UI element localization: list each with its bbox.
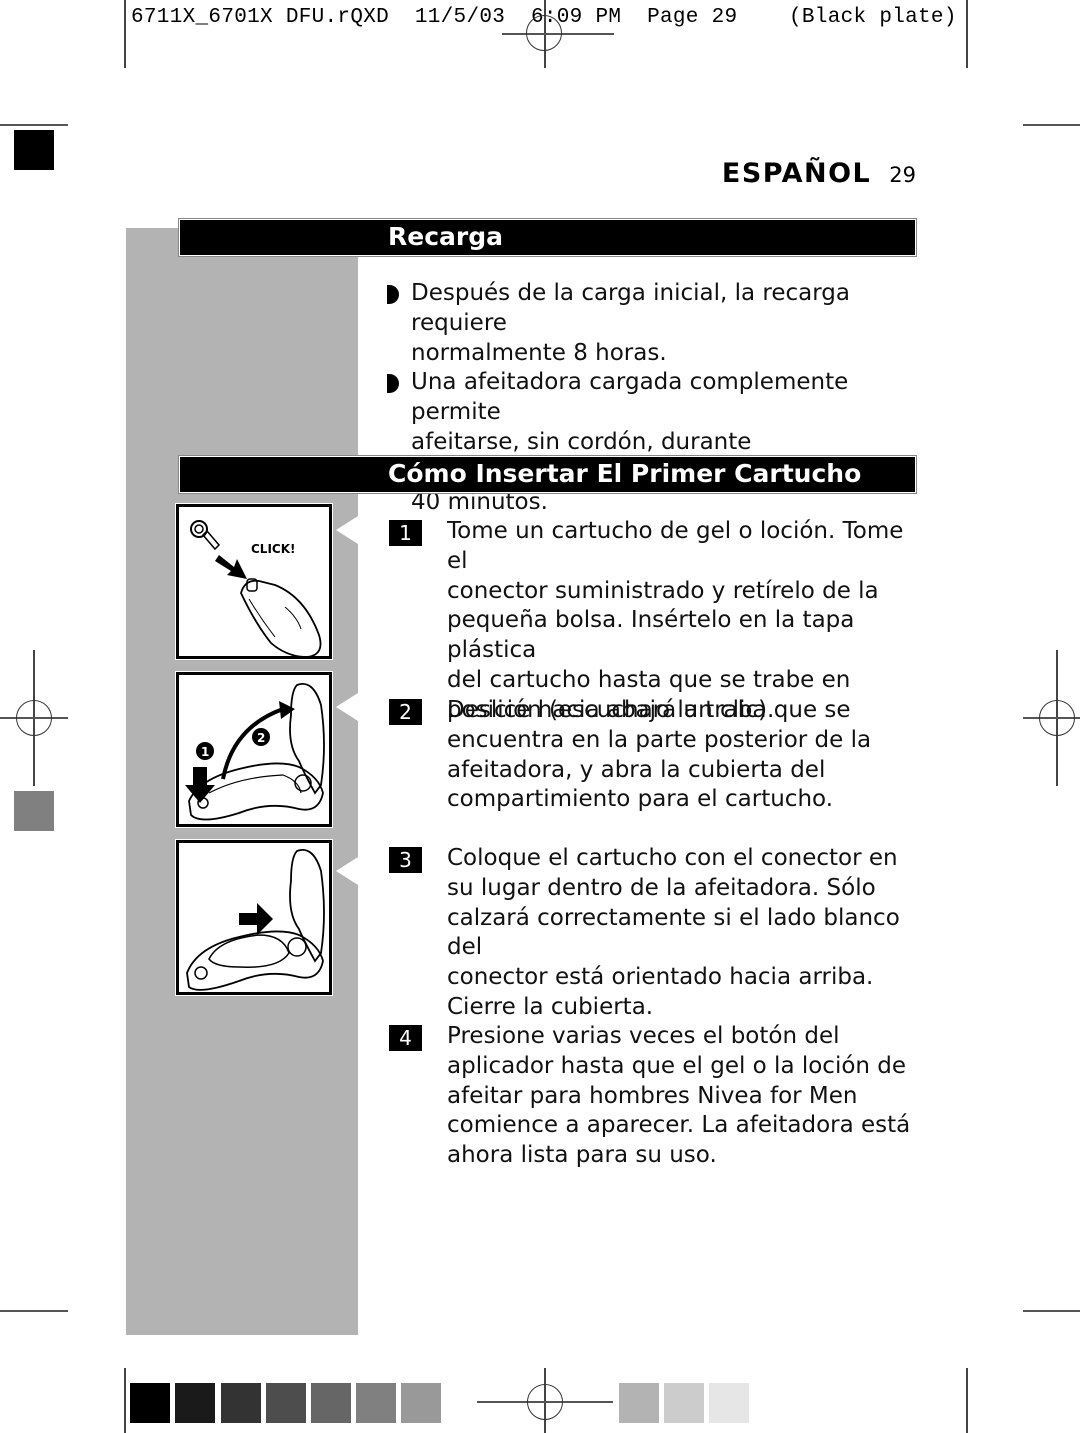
registration-mark-icon [527,1384,563,1420]
step-line: Cierre la cubierta. [447,993,654,1020]
color-swatch [266,1383,306,1423]
step-marker-1: 1 [201,745,209,759]
color-swatch [311,1383,351,1423]
step-line: calzará correctamente si el lado blanco … [447,904,900,961]
section-title: Recarga [388,222,503,251]
step-number-badge: 3 [389,847,422,873]
color-swatch [664,1383,704,1423]
color-swatch [401,1383,441,1423]
step-line: conector suministrado y retírelo de la [447,577,879,604]
section-heading-bar: Cómo Insertar El Primer Cartucho [178,455,917,494]
step-number-badge: 4 [389,1025,422,1051]
step-line: del cartucho hasta que se trabe en [447,666,851,693]
step-line: ahora lista para su uso. [447,1142,717,1169]
crop-mark [124,0,126,68]
color-swatch [619,1383,659,1423]
step-line: aplicador hasta que el gel o la loción d… [447,1052,907,1079]
step-line: su lugar dentro de la afeitadora. Sólo [447,874,876,901]
crop-mark [0,124,68,126]
step-line: comience a aparecer. La afeitadora está [447,1112,911,1139]
step-line: Deslice hacia abajo la traba que se [447,697,851,723]
open-cover-illustration: 1 2 [185,683,325,821]
registration-mark-icon [16,700,52,736]
step-item: 2 Deslice hacia abajo la traba que se en… [389,696,929,815]
click-label: CLICK! [251,542,296,556]
step-number-badge: 2 [389,699,422,725]
open-cover-figure: 1 2 [175,671,333,828]
color-swatch [356,1383,396,1423]
step-line: compartimiento para el cartucho. [447,786,834,813]
step-line: afeitar para hombres Nivea for Men [447,1082,858,1109]
crop-mark [0,1310,68,1312]
crop-mark [966,1368,968,1433]
bullet-line: Después de la carga inicial, la recarga … [411,280,850,336]
bullet-icon [387,285,399,304]
insert-cartridge-figure [175,839,333,996]
cartridge-connector-illustration: CLICK! [190,520,322,658]
bullet-line: normalmente 8 horas. [411,339,667,366]
step-line: Presione varias veces el botón del [447,1023,840,1049]
cartridge-connector-figure: CLICK! [175,503,333,660]
crop-mark [1023,124,1080,126]
step-marker-2: 2 [257,731,265,745]
step-line: pequeña bolsa. Insértelo en la tapa plás… [447,607,855,664]
step-item: 4 Presione varias veces el botón del apl… [389,1022,929,1171]
figure-pointer [336,857,358,885]
step-number-badge: 1 [389,520,422,546]
registration-mark-icon [1039,700,1075,736]
crop-mark [1023,1310,1080,1312]
side-mark-square [14,791,54,831]
crop-mark [124,1368,126,1433]
insert-cartridge-illustration [186,849,325,991]
color-swatch [175,1383,215,1423]
registration-mark-icon [526,15,562,51]
list-item: Una afeitadora cargada complemente permi… [385,368,925,517]
step-line: Tome un cartucho de gel o loción. Tome e… [447,518,904,574]
list-item: Después de la carga inicial, la recarga … [385,279,925,368]
page-number: 29 [889,163,916,187]
bullet-icon [387,374,399,394]
language-title: ESPAÑOL [721,158,872,189]
side-mark-square [14,130,54,170]
step-line: Coloque el cartucho con el conector en [447,845,898,871]
color-swatch [221,1383,261,1423]
page-header: ESPAÑOL 29 [722,158,916,189]
section-title: Cómo Insertar El Primer Cartucho [388,459,862,488]
step-line: encuentra en la parte posterior de la [447,726,872,753]
figure-pointer [336,516,358,544]
figure-pointer [336,693,358,721]
step-item: 3 Coloque el cartucho con el conector en… [389,844,929,1023]
step-line: conector está orientado hacia arriba. [447,964,874,991]
bullet-line: Una afeitadora cargada complemente permi… [411,369,849,426]
section-heading-bar: Recarga [178,218,917,257]
color-swatch [130,1383,170,1423]
step-line: afeitadora, y abra la cubierta del [447,756,826,783]
color-swatch [709,1383,749,1423]
crop-mark [966,0,968,68]
step-item: 1 Tome un cartucho de gel o loción. Tome… [389,517,929,726]
